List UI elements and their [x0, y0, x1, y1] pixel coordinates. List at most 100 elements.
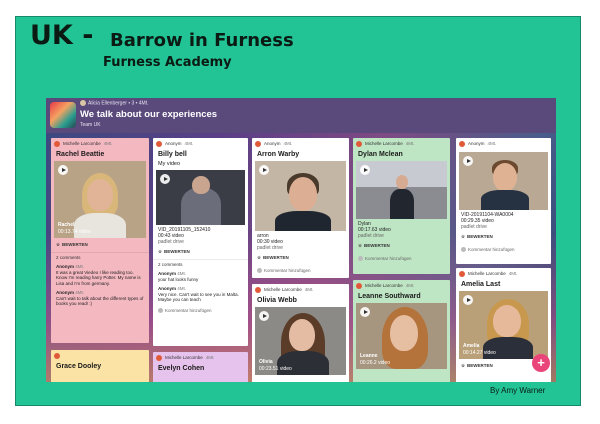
author-avatar: [54, 352, 60, 359]
star-icon: ☆: [158, 249, 163, 254]
post-title: Evelyn Cohen: [158, 365, 205, 372]
post-meta: Anonym 4Mt.: [252, 138, 349, 149]
video-thumbnail[interactable]: Olivia 00:23.51 video: [255, 307, 346, 375]
add-comment[interactable]: Kommentar hinzufügen: [353, 253, 450, 264]
owner-avatar: [80, 100, 86, 106]
post-author: Michelle Larcombe: [365, 141, 403, 146]
person-shirt: [390, 189, 414, 219]
post-time: 4Mt.: [304, 287, 314, 292]
star-icon: ☆: [461, 234, 466, 239]
play-icon[interactable]: [259, 165, 269, 175]
person-face: [390, 315, 418, 351]
video-thumbnail[interactable]: Rachel 00:13.74 video: [54, 161, 146, 238]
post-time: 4Mt.: [508, 271, 518, 276]
play-icon[interactable]: [160, 174, 170, 184]
post-author: Anonym: [264, 141, 281, 146]
post-time: 4Mt.: [283, 141, 293, 146]
person-face: [289, 177, 317, 211]
file-info: Dylan 00:17.63 video padlet drive: [358, 221, 391, 239]
person-face: [396, 175, 408, 189]
post-title: Grace Dooley: [56, 363, 102, 370]
play-icon[interactable]: [463, 295, 473, 305]
video-name: Leanne: [360, 353, 378, 359]
post-author: Michelle Larcombe: [264, 287, 302, 292]
person-face: [87, 179, 113, 211]
post-card[interactable]: Michelle Larcombe 4Mt. Dylan Mclean Dylan…: [353, 138, 450, 274]
post-title: Olivia Webb: [257, 297, 297, 304]
file-info: VID_20191105_152410 00:43 video padlet dri…: [158, 227, 211, 245]
comment: Anonym 4Mt. Very nice. Can't wait to see …: [158, 286, 239, 302]
post-card[interactable]: Grace Dooley: [51, 350, 149, 382]
post-author: Anonym: [468, 141, 485, 146]
play-icon[interactable]: [58, 165, 68, 175]
person-face: [493, 305, 521, 337]
add-comment[interactable]: Kommentar hinzufügen: [252, 265, 349, 276]
video-duration: 00:14.27 video: [463, 350, 496, 356]
post-author: Michelle Larcombe: [468, 271, 506, 276]
post-card[interactable]: Michelle Larcombe 4Mt. Rachel Beattie Rac…: [51, 138, 149, 343]
post-meta: Michelle Larcombe 4Mt.: [51, 138, 149, 149]
star-icon: ☆: [358, 243, 363, 248]
play-icon[interactable]: [259, 311, 269, 321]
board-header: Alicia Ellenberger • 3 • 4Mt. We talk ab…: [46, 98, 556, 133]
heading-country: UK -: [30, 20, 94, 51]
board-logo: [50, 102, 76, 128]
comment: Anonym 4Mt. It was a great Viedeo I like …: [56, 264, 141, 286]
post-card[interactable]: Anonym 4Mt. Arron Warby arron 00:30 video p…: [252, 138, 349, 278]
comments-count: 2 comments: [51, 252, 149, 262]
heading-school: Furness Academy: [103, 55, 232, 70]
post-title: Rachel Beattie: [56, 151, 105, 158]
person-face: [192, 176, 210, 194]
post-meta: Anonym 4Mt.: [153, 138, 248, 149]
add-comment[interactable]: Kommentar hinzufügen: [456, 244, 551, 255]
post-meta: Michelle Larcombe 4Mt.: [353, 280, 450, 291]
video-thumbnail[interactable]: [255, 161, 346, 231]
person-shirt: [481, 190, 529, 210]
padlet-board[interactable]: Alicia Ellenberger • 3 • 4Mt. We talk ab…: [46, 98, 556, 382]
play-icon[interactable]: [463, 156, 473, 166]
author-avatar: [459, 270, 465, 277]
author-avatar: [54, 140, 60, 147]
video-name: Rachel: [58, 222, 75, 228]
video-thumbnail[interactable]: Leanne 00:26.2 video: [356, 303, 447, 369]
react-button[interactable]: ☆ BEWERTEN: [51, 238, 149, 252]
play-icon[interactable]: [360, 307, 370, 317]
video-name: Olivia: [259, 359, 273, 365]
react-button[interactable]: ☆ BEWERTEN: [252, 251, 349, 265]
video-thumbnail[interactable]: [356, 161, 447, 219]
react-button[interactable]: ☆ BEWERTEN: [353, 239, 450, 253]
post-time: 4Mt.: [405, 141, 415, 146]
post-card[interactable]: Anonym 4Mt. Billy bell My video VID_20191…: [153, 138, 248, 346]
video-thumbnail[interactable]: [459, 152, 548, 210]
post-time: 4Mt.: [487, 141, 497, 146]
author-avatar: [255, 140, 261, 147]
board-subtitle: Team UK: [80, 122, 101, 128]
add-post-button[interactable]: +: [532, 354, 550, 372]
post-time: 4Mt.: [184, 141, 194, 146]
post-card[interactable]: Michelle Larcombe 4Mt. Leanne Southward L…: [353, 280, 450, 382]
post-meta: Michelle Larcombe 4Mt.: [353, 138, 450, 149]
board-owner: Alicia Ellenberger • 3 • 4Mt.: [80, 100, 149, 106]
star-icon: ☆: [257, 255, 262, 260]
post-card[interactable]: Michelle Larcombe 4Mt. Evelyn Cohen: [153, 352, 248, 382]
video-duration: 00:13.74 video: [58, 229, 91, 235]
post-meta: Michelle Larcombe 4Mt.: [153, 352, 248, 363]
post-title: Billy bell: [158, 151, 187, 158]
play-icon[interactable]: [360, 165, 370, 175]
author-avatar: [459, 140, 465, 147]
react-button[interactable]: ☆ BEWERTEN: [456, 230, 551, 244]
person-face: [289, 319, 315, 351]
user-avatar: [158, 307, 163, 313]
video-thumbnail[interactable]: [156, 170, 245, 225]
video-thumbnail[interactable]: Amelia 00:14.27 video: [459, 291, 548, 359]
author-avatar: [356, 282, 362, 289]
post-author: Michelle Larcombe: [63, 141, 101, 146]
star-icon: ☆: [461, 363, 466, 368]
react-button[interactable]: ☆ BEWERTEN: [153, 245, 248, 259]
post-title: Dylan Mclean: [358, 151, 403, 158]
post-card[interactable]: Michelle Larcombe 4Mt. Olivia Webb Olivia…: [252, 284, 349, 382]
owner-meta: • 3 • 4Mt.: [128, 100, 149, 107]
author-avatar: [156, 140, 162, 147]
add-comment[interactable]: Kommentar hinzufügen: [153, 305, 248, 316]
post-card[interactable]: Anonym 4Mt. VID-20191104-WA0004 00:29.35 v…: [456, 138, 551, 264]
